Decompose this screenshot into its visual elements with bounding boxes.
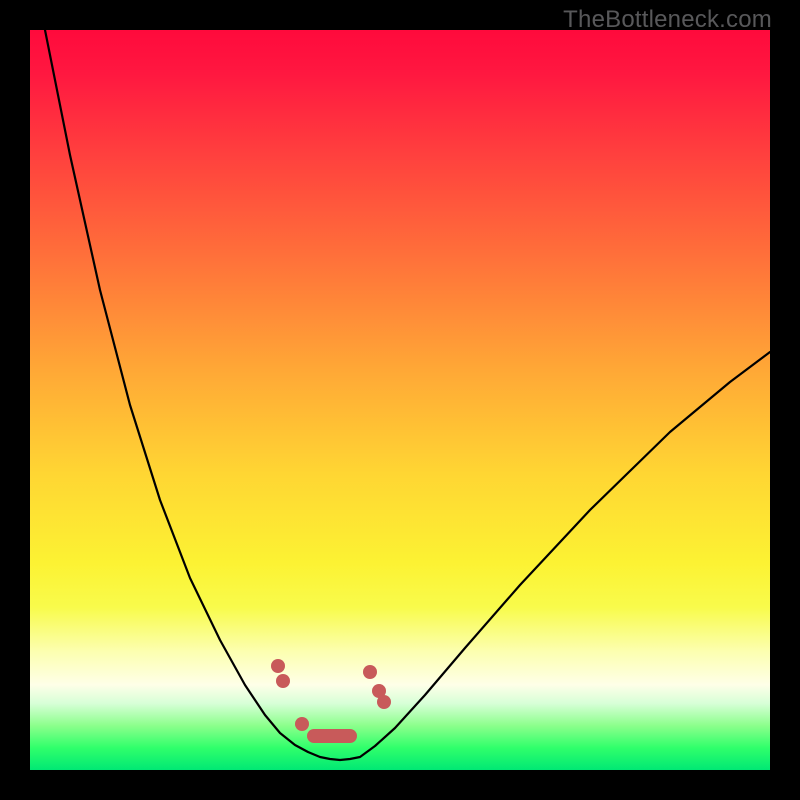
curve-marker [377, 695, 391, 709]
bottleneck-curve [30, 30, 770, 770]
curve-marker [363, 665, 377, 679]
curve-marker [271, 659, 285, 673]
curve-floor-segment [307, 729, 357, 743]
outer-frame: TheBottleneck.com [0, 0, 800, 800]
curve-marker [276, 674, 290, 688]
chart-plot-area [30, 30, 770, 770]
curve-marker [295, 717, 309, 731]
